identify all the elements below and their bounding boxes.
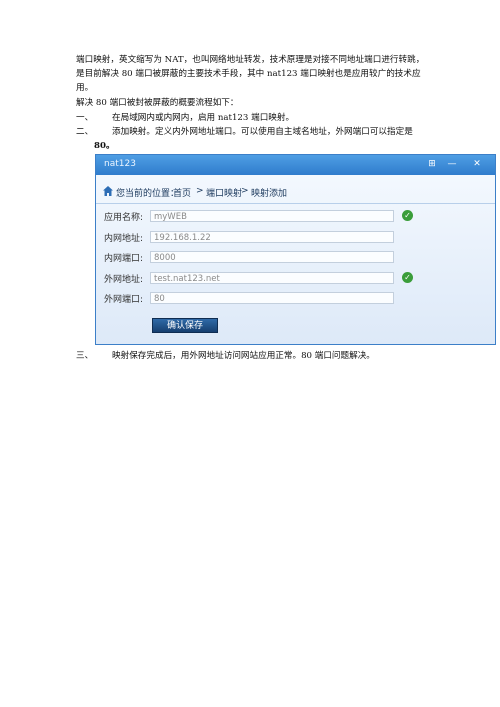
save-button[interactable]: 确认保存 — [152, 318, 218, 333]
restore-icon[interactable]: ⊞ — [426, 159, 438, 170]
breadcrumb-port-mapping-link[interactable]: 端口映射 — [206, 186, 242, 199]
step-text-3: 映射保存完成后，用外网地址访问网站应用正常。80 端口问题解决。 — [112, 351, 375, 361]
breadcrumb-separator: > — [196, 186, 204, 196]
paragraph-line-3: 用。 — [76, 83, 94, 93]
step-text-2: 添加映射。定义内外网地址端口。可以使用自主域名地址，外网端口可以指定是 — [112, 127, 413, 137]
step-number-3: 三、 — [76, 351, 94, 361]
check-icon: ✓ — [402, 210, 413, 221]
breadcrumb: 您当前的位置： 首页 > 端口映射 > 映射添加 — [96, 183, 495, 201]
app-name-input[interactable]: myWEB — [150, 210, 394, 222]
check-icon: ✓ — [402, 272, 413, 283]
wan-port-input[interactable]: 80 — [150, 292, 394, 304]
breadcrumb-prefix: 您当前的位置： — [116, 189, 180, 199]
minimize-icon[interactable]: — — [446, 159, 458, 170]
breadcrumb-home-link[interactable]: 首页 — [173, 186, 191, 199]
step-number-2: 二、 — [76, 127, 94, 137]
paragraph-line-4: 解决 80 端口被封被屏蔽的概要流程如下： — [76, 98, 239, 108]
divider — [96, 203, 495, 204]
step-text-1: 在局域网内或内网内，启用 nat123 端口映射。 — [112, 113, 295, 123]
paragraph-line-1: 端口映射，英文缩写为 NAT，也叫网络地址转发，技术原理是对接不同地址端口进行转… — [76, 55, 425, 65]
window-title: nat123 — [104, 159, 136, 169]
breadcrumb-current: 映射添加 — [251, 189, 288, 199]
step-number-1: 一、 — [76, 113, 94, 123]
document-page: 端口映射，英文缩写为 NAT，也叫网络地址转发，技术原理是对接不同地址端口进行转… — [0, 0, 500, 707]
lan-port-label: 内网端口: — [104, 254, 144, 264]
wan-address-input[interactable]: test.nat123.net — [150, 272, 394, 284]
close-icon[interactable]: ✕ — [471, 159, 483, 170]
wan-address-label: 外网地址: — [104, 275, 144, 285]
breadcrumb-separator: > — [241, 186, 249, 196]
lan-port-input[interactable]: 8000 — [150, 251, 394, 263]
paragraph-line-2: 是目前解决 80 端口被屏蔽的主要技术手段，其中 nat123 端口映射也是应用… — [76, 69, 421, 79]
lan-address-label: 内网地址: — [104, 234, 144, 244]
form-panel: 您当前的位置： 首页 > 端口映射 > 映射添加 应用名称: myWEB ✓ 内… — [96, 175, 495, 344]
step-text-2-cont: 80。 — [94, 141, 115, 151]
app-name-label: 应用名称: — [104, 213, 144, 223]
lan-address-input[interactable]: 192.168.1.22 — [150, 231, 394, 243]
home-icon — [103, 186, 113, 196]
wan-port-label: 外网端口: — [104, 295, 144, 305]
nat123-window: nat123 ⊞ — ✕ 您当前的位置： 首页 > 端口映射 > 映射添加 应用… — [95, 154, 496, 345]
window-titlebar: nat123 ⊞ — ✕ — [96, 155, 495, 175]
